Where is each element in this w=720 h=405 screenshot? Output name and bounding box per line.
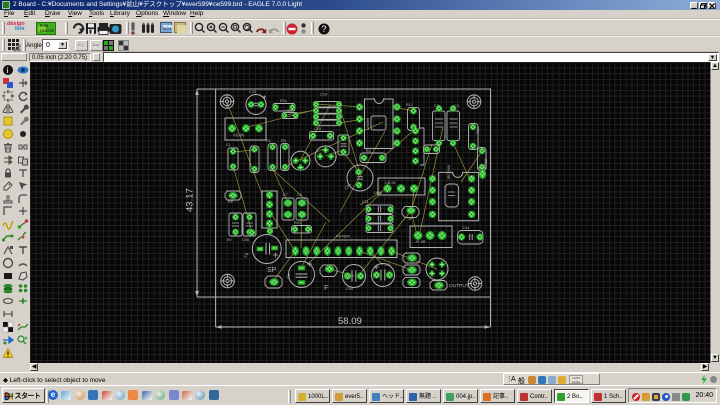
svg-text:AS-IN: AS-IN xyxy=(233,133,244,138)
svg-text:RP: RP xyxy=(228,200,234,204)
svg-text:R4: R4 xyxy=(366,149,371,153)
svg-text:C11: C11 xyxy=(362,200,369,204)
svg-text:58.09: 58.09 xyxy=(338,316,362,327)
svg-text:C6: C6 xyxy=(243,251,250,259)
svg-text:LM386: LM386 xyxy=(365,117,370,130)
svg-text:C44: C44 xyxy=(462,225,470,230)
svg-text:JP-9R: JP-9R xyxy=(415,240,426,244)
svg-text:#V: #V xyxy=(227,238,232,242)
svg-text:15P: 15P xyxy=(286,109,293,113)
svg-text:C05: C05 xyxy=(343,181,352,190)
svg-text:R2: R2 xyxy=(266,139,271,143)
svg-text:C7: C7 xyxy=(283,193,288,197)
svg-text:C15: C15 xyxy=(249,89,257,94)
svg-text:F: F xyxy=(324,283,329,292)
svg-text:C14: C14 xyxy=(320,92,328,97)
svg-text:43.17: 43.17 xyxy=(185,188,196,212)
svg-text:C05: C05 xyxy=(314,127,321,131)
svg-text:C04: C04 xyxy=(346,287,353,291)
svg-text:R21: R21 xyxy=(476,127,480,134)
svg-text:JP: JP xyxy=(408,217,413,221)
svg-text:SP: SP xyxy=(267,267,277,274)
svg-text:C1: C1 xyxy=(226,143,231,147)
svg-text:?: ? xyxy=(322,24,327,34)
svg-text:UR1: UR1 xyxy=(374,190,383,195)
svg-text:RA7805: RA7805 xyxy=(336,235,350,239)
svg-text:OUTPUT: OUTPUT xyxy=(449,283,469,289)
svg-text:R22: R22 xyxy=(484,159,488,166)
svg-text:C9: C9 xyxy=(385,263,390,267)
svg-text:R12: R12 xyxy=(406,103,413,107)
svg-text:i: i xyxy=(7,66,9,75)
svg-text:C3: C3 xyxy=(454,104,459,108)
svg-text:C2: C2 xyxy=(434,104,439,108)
svg-text:R11: R11 xyxy=(280,98,288,103)
svg-text:C56: C56 xyxy=(242,238,249,242)
svg-text:JRC2068: JRC2068 xyxy=(447,165,451,180)
svg-text:R01: R01 xyxy=(294,221,301,225)
svg-text:UB-IN: UB-IN xyxy=(385,181,396,185)
svg-text:C8: C8 xyxy=(297,193,302,197)
svg-text:R3: R3 xyxy=(281,139,286,143)
